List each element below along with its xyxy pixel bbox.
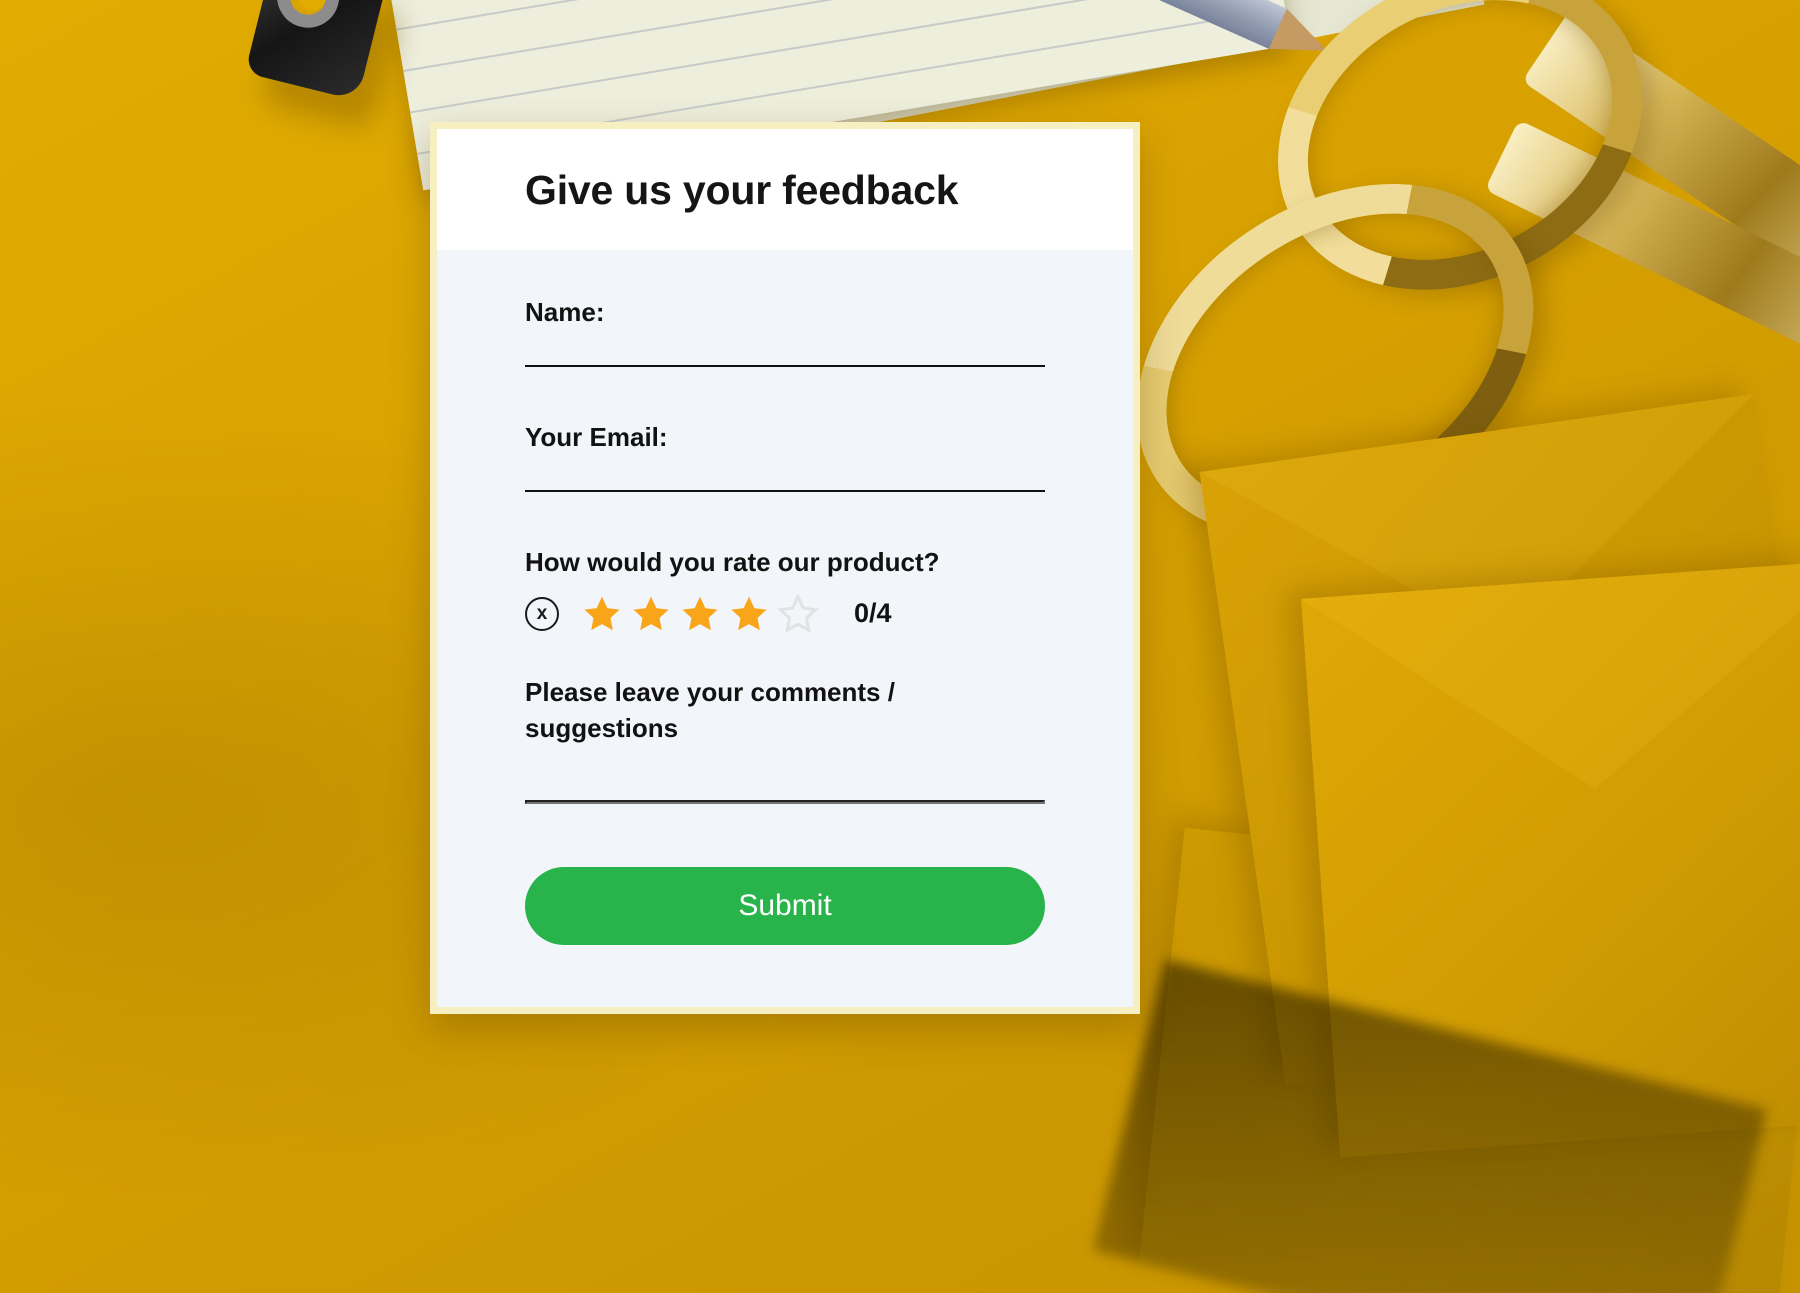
page-title: Give us your feedback	[525, 167, 959, 213]
comments-input[interactable]	[525, 799, 1045, 804]
name-field-group: Name:	[525, 296, 1045, 375]
card-header: Give us your feedback	[437, 129, 1133, 250]
submit-button[interactable]: Submit	[525, 867, 1045, 946]
rating-label: How would you rate our product?	[525, 546, 940, 577]
name-label: Name:	[525, 297, 605, 327]
card-body: Name: Your Email: How would you rate our…	[437, 250, 1133, 1008]
comments-label: Please leave your comments / suggestions	[525, 676, 895, 744]
email-label: Your Email:	[525, 422, 668, 453]
clear-rating-icon[interactable]: x	[525, 596, 559, 631]
email-field-group: Your Email:	[525, 421, 1045, 500]
feedback-card: Give us your feedback Name: Your Email: …	[430, 122, 1140, 1015]
star-icon-4[interactable]	[728, 594, 770, 634]
email-input[interactable]	[525, 490, 1045, 493]
star-icon-5[interactable]	[777, 593, 819, 634]
comments-field-group: Please leave your comments / suggestions	[525, 674, 1045, 812]
name-input[interactable]	[525, 364, 1045, 367]
binder-clip	[222, 0, 404, 126]
star-rating-widget[interactable]: x 0/4	[525, 593, 1045, 634]
rating-count: 0/4	[854, 598, 892, 629]
rating-field-group: How would you rate our product? x 0/4	[525, 547, 1045, 634]
star-icon-1[interactable]	[581, 594, 623, 634]
star-icon-2[interactable]	[630, 594, 672, 634]
star-icon-3[interactable]	[679, 594, 721, 634]
